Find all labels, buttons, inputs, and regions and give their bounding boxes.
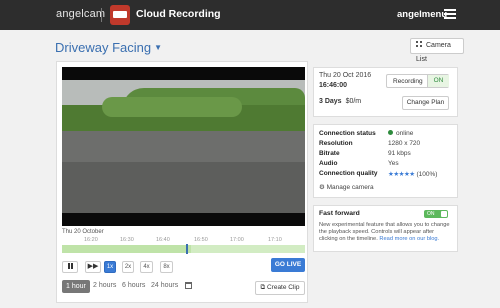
plan-price: $0/m <box>345 98 362 105</box>
timeline-tick: 16:50 <box>194 237 208 243</box>
range-2-hours[interactable]: 2 hours <box>93 282 116 289</box>
grid-icon <box>416 41 422 47</box>
blog-link[interactable]: Read more on our blog. <box>379 236 439 242</box>
timeline-tick: 16:20 <box>84 237 98 243</box>
timeline-recorded-fill <box>62 245 191 253</box>
timeline-tick: 17:10 <box>268 237 282 243</box>
header-divider <box>101 8 102 22</box>
skip-forward-button[interactable]: ▶▶ <box>85 261 101 273</box>
range-1-hour[interactable]: 1 hour <box>62 280 90 293</box>
cloud-recording-icon <box>110 5 130 25</box>
status-value-online: online <box>388 130 413 137</box>
timeline-ticks: 16:20 16:30 16:40 16:50 17:00 17:10 <box>62 237 305 245</box>
range-6-hours[interactable]: 6 hours <box>122 282 145 289</box>
change-plan-button[interactable]: Change Plan <box>402 96 449 110</box>
calendar-icon[interactable] <box>185 282 192 289</box>
plan-summary: 3 Days $0/m <box>319 98 361 105</box>
speed-4x-button[interactable]: 4x <box>140 261 153 273</box>
status-key: Connection quality <box>319 170 378 177</box>
status-key: Bitrate <box>319 150 340 157</box>
fast-forward-title: Fast forward <box>319 210 360 217</box>
fast-forward-toggle[interactable]: ON <box>424 210 448 218</box>
status-key: Resolution <box>319 140 353 147</box>
user-menu[interactable]: angelmenu <box>397 9 447 20</box>
camera-list-button[interactable]: Camera List <box>410 38 464 63</box>
status-value: Yes <box>388 160 399 167</box>
timeline-bar[interactable] <box>62 244 305 254</box>
recording-on-state: ON <box>427 75 449 87</box>
hamburger-menu-icon[interactable] <box>444 9 456 19</box>
pause-button[interactable] <box>62 261 78 273</box>
recording-toggle[interactable]: Recording ON <box>386 74 449 88</box>
speed-8x-button[interactable]: 8x <box>160 261 173 273</box>
timeline-date: Thu 20 October <box>62 229 104 235</box>
status-value: 1280 x 720 <box>388 140 421 147</box>
current-time: 16:46:00 <box>319 82 348 89</box>
timeline-tick: 16:30 <box>120 237 134 243</box>
gear-icon: ⚙ <box>319 184 325 191</box>
status-key: Audio <box>319 160 338 167</box>
timeline-tick: 17:00 <box>230 237 244 243</box>
fast-forward-description: New experimental feature that allows you… <box>319 222 450 242</box>
video-player[interactable] <box>62 67 305 226</box>
status-value: 91 kbps <box>388 150 411 157</box>
camera-title-dropdown[interactable]: Driveway Facing ▼ <box>55 40 162 55</box>
chevron-down-icon: ▼ <box>154 43 163 52</box>
online-dot-icon <box>388 130 393 135</box>
connection-quality-value: ★★★★★ (100%) <box>388 171 438 178</box>
pause-icon <box>67 263 73 269</box>
quality-stars-icon: ★★★★★ <box>388 171 415 178</box>
plan-days: 3 Days <box>319 98 342 105</box>
range-24-hours[interactable]: 24 hours <box>151 282 178 289</box>
manage-camera-link[interactable]: ⚙ Manage camera <box>319 183 374 191</box>
current-date: Thu 20 Oct 2016 <box>319 72 372 79</box>
camera-title: Driveway Facing <box>55 40 152 55</box>
skip-forward-icon: ▶▶ <box>87 263 99 270</box>
speed-2x-button[interactable]: 2x <box>122 261 134 273</box>
timeline-cursor[interactable] <box>185 244 188 254</box>
go-live-button[interactable]: GO LIVE <box>271 258 305 272</box>
angelcam-logo[interactable]: angelcam <box>56 8 105 20</box>
timeline-tick: 16:40 <box>156 237 170 243</box>
product-title: Cloud Recording <box>136 8 221 20</box>
create-clip-button[interactable]: ⧉ Create Clip <box>255 281 305 295</box>
clip-icon: ⧉ <box>260 284 266 291</box>
status-key: Connection status <box>319 130 376 137</box>
speed-1x-button[interactable]: 1x <box>104 261 116 273</box>
